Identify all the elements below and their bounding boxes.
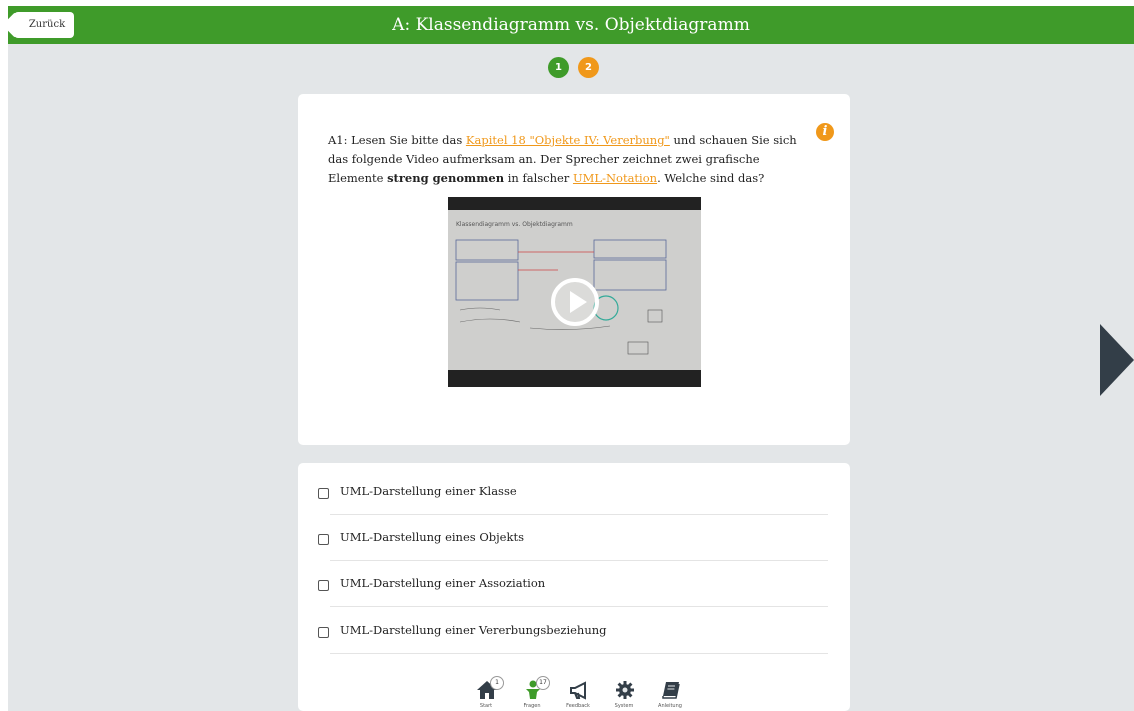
nav-fragen[interactable]: 17 Fragen (509, 676, 555, 711)
option-label: UML-Darstellung einer Assoziation (340, 576, 546, 590)
question-text: A1: Lesen Sie bitte das Kapitel 18 "Obje… (328, 131, 808, 188)
answer-option[interactable]: UML-Darstellung einer Vererbungsbeziehun… (298, 608, 850, 654)
video-thumbnail: Klassendiagramm vs. Objektdiagramm (448, 210, 701, 370)
nav-start-badge: 1 (490, 676, 504, 690)
play-icon[interactable] (551, 278, 599, 326)
gear-icon (616, 681, 634, 699)
checkbox[interactable] (318, 534, 329, 545)
divider (330, 653, 828, 654)
question-card: i A1: Lesen Sie bitte das Kapitel 18 "Ob… (298, 94, 850, 445)
megaphone-icon (570, 681, 586, 700)
question-prefix: A1: Lesen Sie bitte das (328, 133, 466, 147)
nav-start[interactable]: 1 Start (463, 676, 509, 711)
question-mid2: in falscher (504, 171, 573, 185)
answer-option[interactable]: UML-Darstellung eines Objekts (298, 515, 850, 561)
nav-anleitung[interactable]: Anleitung (647, 676, 693, 711)
top-bar: Zurück A: Klassendiagramm vs. Objektdiag… (8, 6, 1134, 44)
nav-fragen-badge: 17 (536, 676, 550, 690)
nav-fragen-label: Fragen (523, 703, 541, 709)
question-suffix: . Welche sind das? (657, 171, 765, 185)
uml-notation-link[interactable]: UML-Notation (573, 171, 657, 185)
nav-anleitung-label: Anleitung (658, 703, 682, 709)
info-icon[interactable]: i (816, 123, 834, 141)
chapter-link[interactable]: Kapitel 18 "Objekte IV: Vererbung" (466, 133, 670, 147)
option-label: UML-Darstellung einer Klasse (340, 484, 517, 498)
video-frame-title: Klassendiagramm vs. Objektdiagramm (456, 221, 573, 228)
step-indicator: 1 2 (548, 57, 599, 78)
app-window: Zurück A: Klassendiagramm vs. Objektdiag… (8, 6, 1134, 711)
nav-system-label: System (614, 703, 634, 709)
nav-start-label: Start (479, 703, 493, 709)
answer-option[interactable]: UML-Darstellung einer Klasse (298, 469, 850, 515)
option-label: UML-Darstellung einer Vererbungsbeziehun… (340, 623, 607, 637)
option-label: UML-Darstellung eines Objekts (340, 530, 524, 544)
video-player[interactable]: Klassendiagramm vs. Objektdiagramm (448, 197, 701, 387)
page-title: A: Klassendiagramm vs. Objektdiagramm (392, 15, 750, 35)
divider (330, 606, 828, 607)
nav-feedback-label: Feedback (566, 703, 590, 709)
step-1[interactable]: 1 (548, 57, 569, 78)
answer-option[interactable]: UML-Darstellung einer Assoziation (298, 561, 850, 607)
nav-feedback[interactable]: Feedback (555, 676, 601, 711)
checkbox[interactable] (318, 580, 329, 591)
back-button-label: Zurück (28, 19, 66, 30)
answer-card: UML-Darstellung einer Klasse UML-Darstel… (298, 463, 850, 711)
next-arrow-icon[interactable] (1100, 324, 1134, 396)
bottom-nav: 1 Start 17 Fragen Feedback System Anleit… (463, 676, 693, 711)
step-2[interactable]: 2 (578, 57, 599, 78)
book-icon (662, 682, 680, 699)
question-bold: streng genommen (387, 171, 505, 185)
checkbox[interactable] (318, 488, 329, 499)
nav-system[interactable]: System (601, 676, 647, 711)
checkbox[interactable] (318, 627, 329, 638)
